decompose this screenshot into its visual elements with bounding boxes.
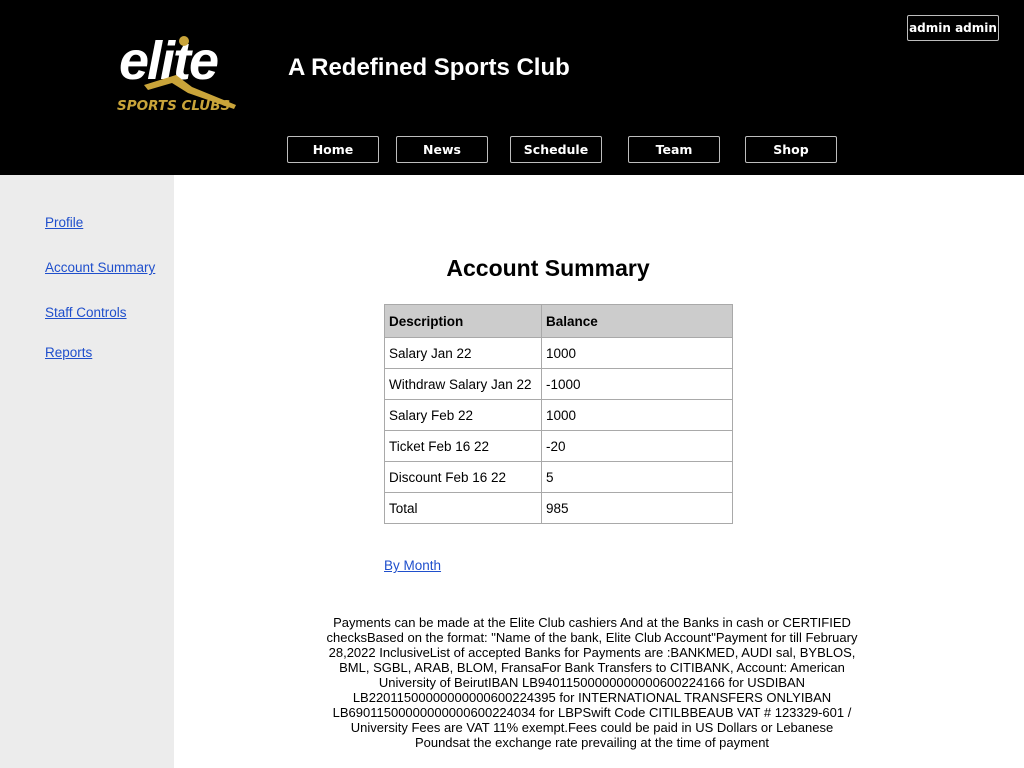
by-month-link[interactable]: By Month	[384, 558, 441, 573]
cell-balance: 985	[541, 492, 733, 524]
table-row: Salary Jan 22 1000	[384, 337, 733, 369]
table-header-row: Description Balance	[384, 304, 733, 338]
user-menu-button[interactable]: admin admin	[907, 15, 999, 41]
header: elite SPORTS CLUBS A Redefined Sports Cl…	[0, 0, 1024, 175]
elite-sports-clubs-logo[interactable]: elite SPORTS CLUBS	[114, 27, 259, 117]
sidebar-item-profile[interactable]: Profile	[45, 215, 83, 230]
cell-description: Ticket Feb 16 22	[384, 430, 542, 462]
nav-news-button[interactable]: News	[396, 136, 488, 163]
nav-shop-button[interactable]: Shop	[745, 136, 837, 163]
cell-description: Salary Feb 22	[384, 399, 542, 431]
cell-description: Total	[384, 492, 542, 524]
page-title: Account Summary	[446, 255, 650, 281]
cell-balance: -1000	[541, 368, 733, 400]
nav-home-button[interactable]: Home	[287, 136, 379, 163]
cell-balance: 1000	[541, 399, 733, 431]
sidebar: Profile Account Summary Staff Controls R…	[0, 175, 174, 768]
table-row-total: Total 985	[384, 492, 733, 524]
table-row: Discount Feb 16 22 5	[384, 461, 733, 493]
column-header-balance: Balance	[541, 304, 733, 338]
site-title: A Redefined Sports Club	[288, 54, 570, 81]
cell-description: Salary Jan 22	[384, 337, 542, 369]
sidebar-item-staff-controls[interactable]: Staff Controls	[45, 305, 127, 320]
cell-description: Withdraw Salary Jan 22	[384, 368, 542, 400]
sidebar-item-reports[interactable]: Reports	[45, 345, 92, 360]
payments-info-text: Payments can be made at the Elite Club c…	[326, 615, 858, 750]
cell-balance: 5	[541, 461, 733, 493]
table-row: Salary Feb 22 1000	[384, 399, 733, 431]
svg-text:SPORTS CLUBS: SPORTS CLUBS	[117, 98, 230, 114]
nav-schedule-button[interactable]: Schedule	[510, 136, 602, 163]
cell-balance: -20	[541, 430, 733, 462]
account-summary-table: Description Balance Salary Jan 22 1000 W…	[384, 304, 733, 524]
table-row: Ticket Feb 16 22 -20	[384, 430, 733, 462]
nav-team-button[interactable]: Team	[628, 136, 720, 163]
sidebar-item-account-summary[interactable]: Account Summary	[45, 260, 155, 275]
cell-balance: 1000	[541, 337, 733, 369]
cell-description: Discount Feb 16 22	[384, 461, 542, 493]
table-row: Withdraw Salary Jan 22 -1000	[384, 368, 733, 400]
column-header-description: Description	[384, 304, 542, 338]
